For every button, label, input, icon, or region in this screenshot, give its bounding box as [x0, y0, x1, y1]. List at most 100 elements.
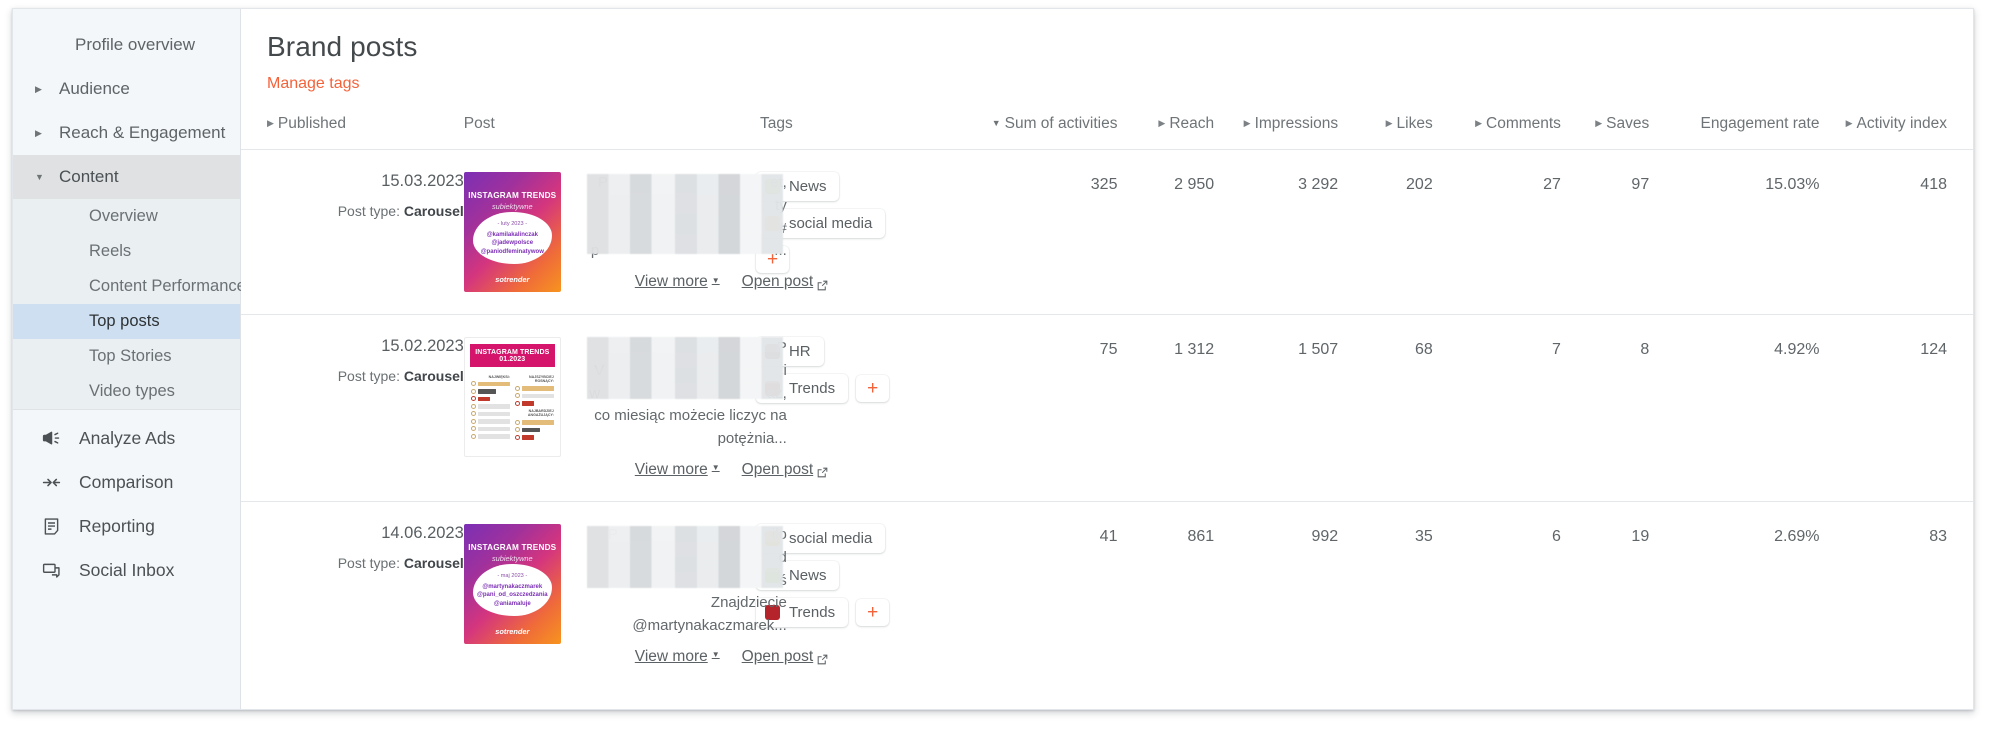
view-more-link[interactable]: View more ▼ — [635, 461, 720, 479]
post-type: Post type: Carousel — [241, 368, 464, 384]
tag-label: Trends — [788, 380, 836, 397]
table-row: 15.02.2023 Post type: Carousel INSTAGRAM… — [241, 314, 1973, 502]
sidebar-item-reels[interactable]: Reels — [13, 234, 240, 269]
thumbnail-blob: - maj 2023 - @martynakaczmarek @pani_od_… — [472, 563, 553, 617]
handle: @jadewpolsce — [491, 240, 534, 247]
column-label: Reach — [1169, 115, 1215, 132]
column-header-engagement-rate[interactable]: Engagement rate — [1649, 101, 1820, 150]
cell-reach: 2 950 — [1174, 176, 1215, 193]
main-content: Brand posts Manage tags ▶Published Post — [241, 9, 1973, 709]
column-header-published[interactable]: ▶ Published — [241, 101, 464, 150]
view-more-label: View more — [634, 460, 708, 478]
sidebar-item-label: Analyze Ads — [79, 427, 176, 448]
table-row: 15.03.2023 Post type: Carousel INSTAGRAM… — [241, 149, 1973, 315]
sidebar-item-top-stories[interactable]: Top Stories — [13, 339, 240, 374]
column-header-likes[interactable]: ▶ Likes — [1338, 101, 1433, 150]
add-tag-button[interactable]: + — [856, 375, 890, 402]
thumbnail-brandmark: sotrender — [495, 626, 530, 636]
handle: @martynakaczmarek — [482, 583, 543, 590]
table-header: ▶ Published Post Tags ▼ Sum of activities … — [241, 101, 1973, 150]
sidebar-item-label: Overview — [89, 207, 158, 225]
handle: @kamilakalinczak — [486, 231, 538, 238]
cell-likes: 68 — [1414, 341, 1433, 358]
column-header-activity-index[interactable]: ▶ Activity index — [1819, 101, 1973, 150]
cell-sum-of-activities: 75 — [1099, 341, 1118, 358]
thumbnail-col-head: NAJWIĘKSI: — [488, 375, 510, 379]
brand-posts-table: ▶ Published Post Tags ▼ Sum of activities … — [241, 101, 1973, 688]
sidebar-item-content-performance[interactable]: Content Performance — [13, 269, 246, 304]
column-header-sum-of-activities[interactable]: ▼ Sum of activities — [958, 101, 1118, 150]
sidebar-item-analyze-ads[interactable]: Analyze Ads — [13, 416, 240, 460]
cell-saves: 97 — [1631, 176, 1650, 193]
open-post-label: Open post — [741, 273, 814, 291]
column-header-comments[interactable]: ▶ Comments — [1433, 101, 1561, 150]
cell-reach: 861 — [1187, 527, 1215, 545]
cell-impressions: 992 — [1311, 527, 1339, 545]
thumbnail-handles: @martynakaczmarek @pani_od_oszczedzania … — [473, 583, 553, 609]
view-more-label: View more — [634, 273, 708, 291]
cell-sum-of-activities: 325 — [1090, 176, 1118, 193]
sidebar-item-reporting[interactable]: Reporting — [13, 504, 240, 548]
cell-impressions: 3 292 — [1298, 176, 1339, 193]
open-post-link[interactable]: Open post — [742, 461, 829, 479]
add-tag-button[interactable]: + — [856, 598, 890, 626]
cell-likes: 35 — [1414, 527, 1433, 545]
post-thumbnail[interactable]: INSTAGRAM TRENDS subiektywne - luty 2023… — [463, 172, 561, 292]
sidebar-item-label: Video types — [89, 382, 175, 400]
sidebar-item-video-types[interactable]: Video types — [13, 374, 240, 409]
post-text-block: P ilo d ś Znajdziecie @martynakaczmarek.… — [575, 524, 828, 666]
view-more-label: View more — [634, 647, 708, 665]
column-header-post[interactable]: Post — [464, 101, 756, 150]
open-post-link[interactable]: Open post — [742, 648, 829, 666]
column-header-tags[interactable]: Tags — [756, 101, 958, 150]
chevron-right-icon: ▶ — [35, 127, 42, 138]
chevron-down-icon: ▼ — [711, 463, 720, 473]
cell-published: 15.02.2023 Post type: Carousel — [241, 315, 464, 502]
thumbnail-columns: NAJWIĘKSI: NAJSZYBCIEJ ROSNĄCY: NAJBARDZ… — [465, 367, 560, 442]
cell-activity-index: 124 — [1920, 341, 1947, 358]
table-header-row: ▶ Published Post Tags ▼ Sum of activities … — [241, 101, 1973, 150]
post-caption: P ilo d ś Znajdziecie @martynakaczmarek.… — [607, 525, 787, 635]
post-text-block: P V i w az, co miesiąc możecie liczyc na… — [575, 337, 828, 479]
manage-tags-link[interactable]: Manage tags — [267, 75, 360, 93]
thumbnail-subtitle: subiektywne — [491, 202, 533, 211]
sidebar-item-profile-overview[interactable]: ▶ Profile overview — [13, 23, 240, 67]
post-thumbnail[interactable]: INSTAGRAM TRENDS 01.2023 NAJWIĘKSI: NAJS… — [463, 337, 561, 457]
compare-arrows-icon — [37, 472, 65, 493]
sidebar-item-comparison[interactable]: Comparison — [13, 460, 240, 504]
cell-likes: 202 — [1406, 176, 1433, 193]
column-label: Comments — [1486, 115, 1561, 132]
sidebar-item-social-inbox[interactable]: Social Inbox — [13, 548, 240, 592]
sidebar-item-reach-engagement[interactable]: ▶ Reach & Engagement — [13, 111, 240, 155]
cell-post: INSTAGRAM TRENDS subiektywne - maj 2023 … — [463, 501, 828, 687]
column-header-reach[interactable]: ▶ Reach — [1117, 101, 1214, 150]
sidebar-item-label: Content Performance — [89, 277, 246, 295]
thumbnail-col-head: NAJBARDZIEJ ANGAŻUJĄCY: — [527, 408, 554, 418]
thumbnail-date-badge: - maj 2023 - — [497, 572, 528, 579]
column-label: Saves — [1606, 115, 1650, 132]
sidebar-item-label: Reach & Engagement — [59, 123, 226, 142]
chevron-down-icon: ▼ — [35, 171, 44, 182]
external-link-icon — [817, 278, 828, 291]
sidebar-item-content[interactable]: ▼ Content — [13, 155, 240, 199]
sidebar-item-top-posts[interactable]: Top posts — [13, 304, 240, 339]
post-type-label: Post type: — [337, 203, 400, 219]
sidebar-item-label: Reels — [89, 242, 132, 260]
sort-asc-icon: ▶ — [267, 118, 274, 128]
sidebar-item-label: Audience — [59, 79, 130, 98]
view-more-link[interactable]: View more ▼ — [635, 648, 720, 666]
column-header-saves[interactable]: ▶ Saves — [1561, 101, 1649, 150]
sidebar-item-audience[interactable]: ▶ Audience — [13, 67, 240, 111]
chevron-down-icon: ▼ — [711, 275, 720, 285]
open-post-link[interactable]: Open post — [742, 273, 829, 291]
thumbnail-title: INSTAGRAM TRENDS — [468, 543, 557, 553]
post-thumbnail[interactable]: INSTAGRAM TRENDS subiektywne - maj 2023 … — [463, 523, 561, 644]
view-more-link[interactable]: View more ▼ — [635, 273, 720, 291]
post-type: Post type: Carousel — [241, 555, 464, 571]
thumbnail-handles: @kamilakalinczak @jadewpolsce @paniodfem… — [473, 231, 553, 257]
chevron-down-icon: ▼ — [711, 650, 720, 660]
cell-post: INSTAGRAM TRENDS 01.2023 NAJWIĘKSI: NAJS… — [463, 315, 828, 502]
sidebar-item-overview[interactable]: Overview — [13, 199, 240, 234]
handle: @paniodfeminatywow — [480, 248, 544, 255]
column-header-impressions[interactable]: ▶ Impressions — [1214, 101, 1338, 150]
